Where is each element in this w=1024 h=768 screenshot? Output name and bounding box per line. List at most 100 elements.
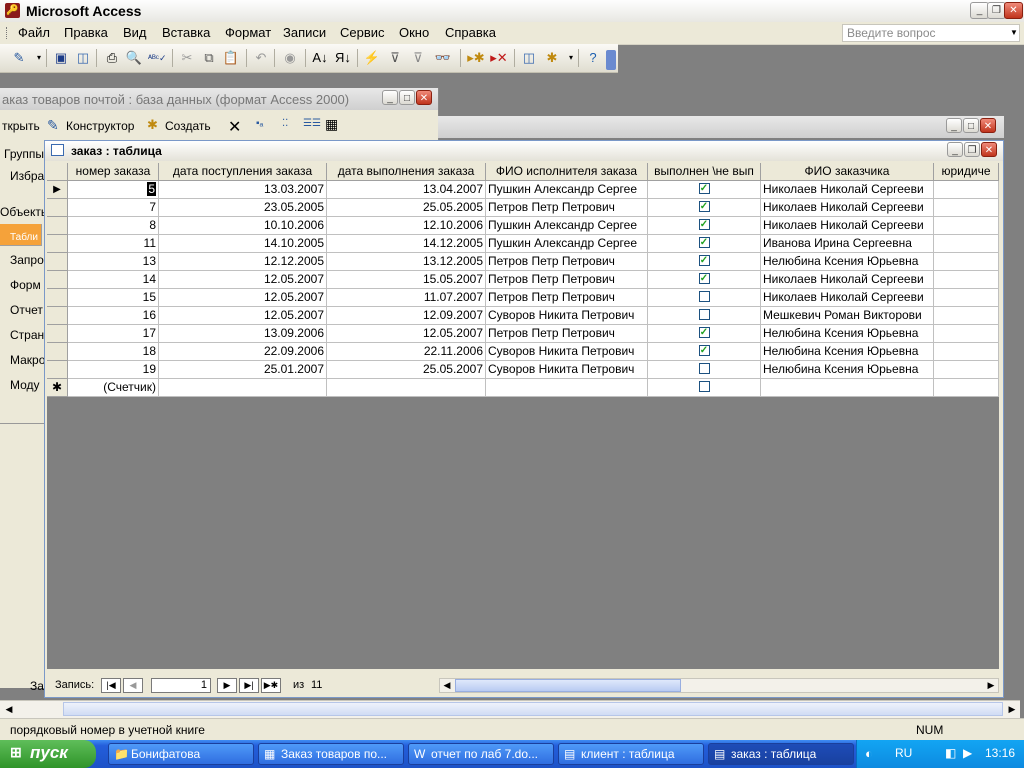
table-cell[interactable]: 25.01.2007 xyxy=(159,361,327,379)
table-cell[interactable]: 8 xyxy=(68,217,159,235)
completed-checkbox-cell[interactable]: ✓ xyxy=(648,181,761,199)
checked-checkbox[interactable]: ✓ xyxy=(698,345,710,357)
table-cell[interactable]: 14.10.2005 xyxy=(159,235,327,253)
table-cell[interactable]: Петров Петр Петрович xyxy=(486,199,648,217)
table-cell[interactable]: 25.05.2005 xyxy=(327,199,486,217)
help-icon[interactable]: ? xyxy=(584,49,602,67)
table-cell[interactable]: 13.04.2007 xyxy=(327,181,486,199)
completed-checkbox-cell[interactable]: ✓ xyxy=(648,325,761,343)
corner-selector[interactable] xyxy=(47,163,68,181)
table-cell[interactable]: Петров Петр Петрович xyxy=(486,289,648,307)
completed-checkbox-cell[interactable]: ✓ xyxy=(648,343,761,361)
hyperlink-icon[interactable]: ◉ xyxy=(281,49,299,67)
row-selector[interactable] xyxy=(47,199,68,217)
cut-icon[interactable]: ✂ xyxy=(178,49,196,67)
table-cell[interactable]: 13.09.2006 xyxy=(159,325,327,343)
table-cell[interactable]: Петров Петр Петрович xyxy=(486,325,648,343)
db-minimize-button[interactable]: _ xyxy=(382,90,398,105)
new-row-cell[interactable] xyxy=(159,379,327,397)
first-record-button[interactable]: |◀ xyxy=(101,678,121,693)
unchecked-checkbox[interactable] xyxy=(698,363,710,375)
favorites-label[interactable]: Избра xyxy=(10,169,44,183)
column-header[interactable]: дата поступления заказа xyxy=(159,163,327,181)
table-cell[interactable] xyxy=(934,289,999,307)
table-cell[interactable]: 12.12.2005 xyxy=(159,253,327,271)
filter-by-selection-icon[interactable]: ⚡ xyxy=(363,49,381,67)
large-icons-icon[interactable]: ▪ₐ xyxy=(256,118,263,129)
print-icon[interactable]: ⎙ xyxy=(103,49,121,67)
scroll-right-icon[interactable]: ▶ xyxy=(1005,703,1019,716)
unchecked-checkbox[interactable] xyxy=(698,381,710,393)
record-number-input[interactable]: 1 xyxy=(151,678,211,693)
language-bar-icon[interactable]: ◐ xyxy=(865,746,873,761)
objects-label[interactable]: Объекты xyxy=(0,205,50,219)
table-cell[interactable]: Николаев Николай Сергееви xyxy=(761,271,934,289)
spelling-icon[interactable]: ᴬᴮᶜ✓ xyxy=(148,49,167,67)
completed-checkbox-cell[interactable]: ✓ xyxy=(648,235,761,253)
table-cell[interactable]: Нелюбина Ксения Юрьевна xyxy=(761,343,934,361)
new-record-button[interactable]: ▶✱ xyxy=(261,678,281,693)
small-icons-icon[interactable]: ⁚⁚ xyxy=(282,118,288,129)
table-cell[interactable]: 7 xyxy=(68,199,159,217)
table-cell[interactable]: 10.10.2006 xyxy=(159,217,327,235)
menu-tools[interactable]: Сервис xyxy=(340,25,385,40)
table-cell[interactable]: Суворов Никита Петрович xyxy=(486,343,648,361)
new-row-cell[interactable]: (Счетчик) xyxy=(68,379,159,397)
completed-checkbox-cell[interactable]: ✓ xyxy=(648,217,761,235)
row-selector[interactable] xyxy=(47,253,68,271)
table-cell[interactable]: 18 xyxy=(68,343,159,361)
scroll-thumb[interactable] xyxy=(63,702,1003,716)
table-cell[interactable]: Нелюбина Ксения Юрьевна xyxy=(761,325,934,343)
table-cell[interactable]: 14.12.2005 xyxy=(327,235,486,253)
table-cell[interactable]: Нелюбина Ксения Юрьевна xyxy=(761,361,934,379)
completed-checkbox-cell[interactable]: ✓ xyxy=(648,253,761,271)
list-icon[interactable]: ☰☰ xyxy=(303,118,321,129)
datasheet-grid[interactable]: номер заказа дата поступления заказа дат… xyxy=(47,163,999,669)
new-row-cell[interactable] xyxy=(486,379,648,397)
find-icon[interactable]: 👓 xyxy=(434,49,452,67)
new-object-icon[interactable]: ✱ xyxy=(543,49,561,67)
menu-view[interactable]: Вид xyxy=(123,25,147,40)
column-header[interactable]: ФИО заказчика xyxy=(761,163,934,181)
w2-maximize-button[interactable]: □ xyxy=(963,118,979,133)
table-cell[interactable]: 17 xyxy=(68,325,159,343)
completed-checkbox-cell[interactable] xyxy=(648,361,761,379)
completed-checkbox-cell[interactable] xyxy=(648,307,761,325)
table-cell[interactable]: 19 xyxy=(68,361,159,379)
table-cell[interactable]: 25.05.2007 xyxy=(327,361,486,379)
table-cell[interactable]: 13.12.2005 xyxy=(327,253,486,271)
object-macros[interactable]: Макро xyxy=(10,353,45,367)
filter-by-form-icon[interactable]: ⊽ xyxy=(386,49,404,67)
table-cell[interactable]: 14 xyxy=(68,271,159,289)
menu-format[interactable]: Формат xyxy=(225,25,271,40)
task-client-table[interactable]: ▤ клиент : таблица xyxy=(558,743,704,765)
table-cell[interactable] xyxy=(934,307,999,325)
checked-checkbox[interactable]: ✓ xyxy=(698,327,710,339)
menu-records[interactable]: Записи xyxy=(283,25,326,40)
table-cell[interactable]: Петров Петр Петрович xyxy=(486,253,648,271)
table-cell[interactable]: Николаев Николай Сергееви xyxy=(761,199,934,217)
table-cell[interactable]: 16 xyxy=(68,307,159,325)
menu-edit[interactable]: Правка xyxy=(64,25,108,40)
w2-close-button[interactable]: ✕ xyxy=(980,118,996,133)
row-selector[interactable] xyxy=(47,325,68,343)
object-modules[interactable]: Моду xyxy=(10,378,40,392)
table-cell[interactable] xyxy=(934,235,999,253)
table-cell[interactable]: 11.07.2007 xyxy=(327,289,486,307)
save-icon[interactable]: ▣ xyxy=(52,49,70,67)
menu-file[interactable]: Файл xyxy=(18,25,50,40)
menu-insert[interactable]: Вставка xyxy=(162,25,210,40)
row-selector[interactable] xyxy=(47,343,68,361)
w2-minimize-button[interactable]: _ xyxy=(946,118,962,133)
table-cell[interactable]: Пушкин Александр Сергее xyxy=(486,181,648,199)
completed-checkbox-cell[interactable]: ✓ xyxy=(648,271,761,289)
table-cell[interactable]: Суворов Никита Петрович xyxy=(486,307,648,325)
language-indicator[interactable]: RU xyxy=(895,746,912,760)
ask-question-input[interactable]: Введите вопрос xyxy=(842,24,1020,42)
new-row-cell[interactable] xyxy=(761,379,934,397)
menu-window[interactable]: Окно xyxy=(399,25,429,40)
object-queries[interactable]: Запро xyxy=(10,253,44,267)
table-cell[interactable]: 12.05.2007 xyxy=(159,271,327,289)
unchecked-checkbox[interactable] xyxy=(698,291,710,303)
row-selector[interactable] xyxy=(47,289,68,307)
